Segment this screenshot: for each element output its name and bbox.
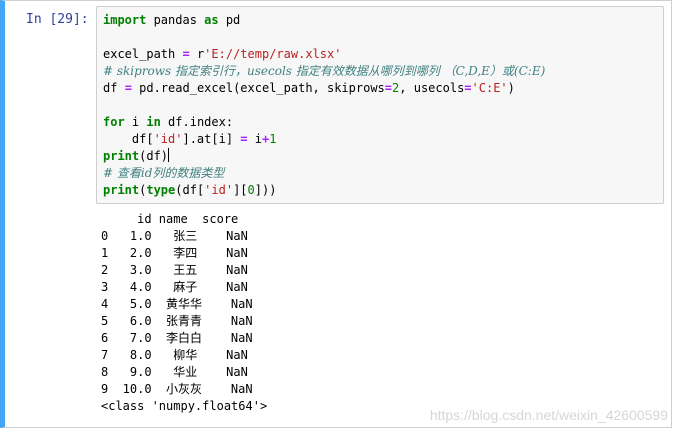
cell-output: id name score 0 1.0 张三 NaN 1 2.0 李四 NaN 2 3… — [101, 211, 267, 415]
code-text: i — [247, 132, 262, 146]
code-text: df — [103, 81, 125, 95]
dataframe-row: 4 5.0 黄华华 NaN — [101, 297, 253, 311]
number-literal: 0 — [247, 183, 255, 197]
dataframe-row: 7 8.0 柳华 NaN — [101, 348, 248, 362]
code-line-8: df['id'].at[i] = i+1 — [103, 131, 545, 148]
operator: = — [124, 81, 132, 95]
input-prompt: In [29]: — [26, 12, 89, 27]
string-literal: 'id' — [204, 183, 234, 197]
string-literal: 'id' — [153, 132, 183, 146]
code-text: (df[ — [175, 183, 205, 197]
dataframe-header: id name score — [101, 212, 239, 226]
code-text: i — [124, 115, 147, 129]
code-line-9: print(df) — [103, 148, 545, 165]
keyword-in: in — [146, 115, 161, 129]
keyword-as: as — [204, 13, 219, 27]
code-text: , usecols — [399, 81, 465, 95]
code-line-4-comment: # skiprows 指定索引行，usecols 指定有效数据从哪列到哪列 （C… — [103, 64, 546, 78]
dataframe-row: 8 9.0 华业 NaN — [101, 365, 248, 379]
dataframe-row: 3 4.0 麻子 NaN — [101, 280, 248, 294]
dataframe-row: 6 7.0 李白白 NaN — [101, 331, 253, 345]
code-text: (df) — [139, 149, 169, 163]
code-text: pd.read_excel(excel_path, skiprows — [131, 81, 385, 95]
string-literal: 'E://temp/raw.xlsx' — [204, 47, 342, 61]
code-text: ])) — [254, 183, 277, 197]
dataframe-row: 0 1.0 张三 NaN — [101, 229, 248, 243]
dataframe-row: 1 2.0 李四 NaN — [101, 246, 248, 260]
code-line-3: excel_path = r'E://temp/raw.xlsx' — [103, 46, 545, 63]
code-text: ][ — [233, 183, 248, 197]
code-text: r — [189, 47, 205, 61]
code-text: ].at[i] — [182, 132, 241, 146]
watermark-url: https://blog.csdn.net/weixin_42600599 — [429, 407, 668, 423]
operator: = — [384, 81, 393, 95]
operator: = — [182, 47, 190, 61]
dataframe-row: 5 6.0 张青青 NaN — [101, 314, 253, 328]
code-line-5: df = pd.read_excel(excel_path, skiprows=… — [103, 80, 545, 97]
code-input-area[interactable]: import pandas as pd excel_path = r'E://te… — [96, 6, 664, 204]
text-cursor — [168, 148, 170, 162]
code-line-7: for i in df.index: — [103, 114, 545, 131]
operator: = — [240, 132, 248, 146]
keyword-import: import — [103, 13, 147, 27]
builtin-print: print — [103, 149, 140, 163]
code-text: pd — [218, 13, 241, 27]
operator: = — [464, 81, 472, 95]
builtin-type: type — [146, 183, 176, 197]
code-text: pandas — [146, 13, 205, 27]
code-line-10-comment: # 查看id列的数据类型 — [103, 166, 225, 180]
type-output-line: <class 'numpy.float64'> — [101, 399, 268, 413]
dataframe-row: 2 3.0 王五 NaN — [101, 263, 248, 277]
number-literal: 1 — [269, 132, 277, 146]
code-text: df[ — [103, 132, 154, 146]
dataframe-row: 9 10.0 小灰灰 NaN — [101, 382, 253, 396]
code-editor[interactable]: import pandas as pd excel_path = r'E://te… — [103, 12, 545, 199]
code-line-1: import pandas as pd — [103, 12, 545, 29]
code-text: excel_path — [103, 47, 183, 61]
builtin-print: print — [103, 183, 140, 197]
string-literal: 'C:E' — [471, 81, 508, 95]
keyword-for: for — [103, 115, 125, 129]
code-text: ) — [507, 81, 515, 95]
code-line-11: print(type(df['id'][0])) — [103, 182, 545, 199]
code-text: df.index: — [160, 115, 234, 129]
